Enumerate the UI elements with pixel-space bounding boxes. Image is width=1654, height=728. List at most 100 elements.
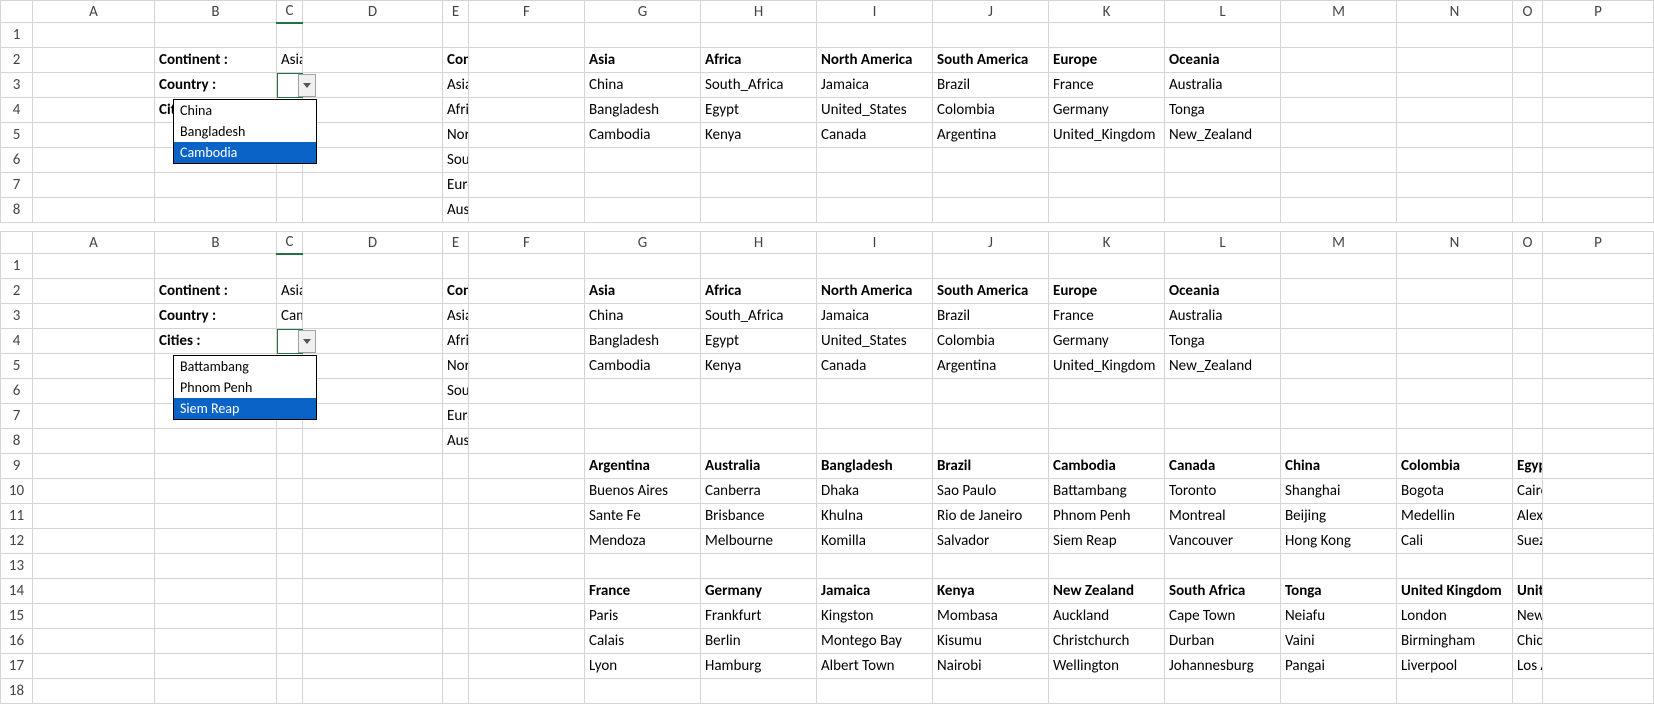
cell[interactable] [33, 679, 155, 704]
cell[interactable] [303, 379, 443, 404]
cell[interactable] [1543, 254, 1654, 279]
cell-country-value[interactable]: Cambodia [277, 304, 303, 329]
cell[interactable]: Berlin [701, 629, 817, 654]
col-header[interactable]: G [585, 1, 701, 23]
cell[interactable]: Rio de Janeiro [933, 504, 1049, 529]
cell[interactable] [1397, 379, 1513, 404]
cell[interactable] [303, 354, 443, 379]
cell[interactable]: Vaini [1281, 629, 1397, 654]
cell[interactable] [1513, 173, 1543, 198]
row-header[interactable]: 7 [1, 173, 33, 198]
cell[interactable] [1165, 404, 1281, 429]
cell[interactable]: Egypt [701, 98, 817, 123]
cell[interactable] [33, 654, 155, 679]
cell[interactable] [33, 254, 155, 279]
cell[interactable] [933, 254, 1049, 279]
col-header[interactable]: L [1165, 1, 1281, 23]
cell[interactable]: Nairobi [933, 654, 1049, 679]
cell[interactable] [1513, 98, 1543, 123]
cell[interactable]: Argentina [585, 454, 701, 479]
cell[interactable]: Canberra [701, 479, 817, 504]
cell[interactable] [1281, 198, 1397, 223]
row-header[interactable]: 3 [1, 73, 33, 98]
cell[interactable] [1397, 73, 1513, 98]
data-validation-dropdown-button[interactable] [298, 74, 316, 97]
cell[interactable]: Jamaica [817, 73, 933, 98]
cell[interactable] [303, 254, 443, 279]
cell[interactable]: Europe [443, 404, 469, 429]
cell[interactable]: New York [1513, 604, 1543, 629]
row-header[interactable]: 14 [1, 579, 33, 604]
cell[interactable] [817, 554, 933, 579]
cell[interactable] [1513, 254, 1543, 279]
cell[interactable] [701, 198, 817, 223]
cell[interactable] [443, 654, 469, 679]
cell[interactable] [1543, 679, 1654, 704]
cell[interactable] [33, 529, 155, 554]
cell[interactable] [469, 279, 585, 304]
dropdown-option[interactable]: China [174, 100, 316, 121]
cell[interactable] [469, 654, 585, 679]
cell[interactable]: Cambodia [1049, 454, 1165, 479]
col-header[interactable]: P [1543, 232, 1654, 254]
cell[interactable]: Europe [1049, 279, 1165, 304]
cell[interactable]: Colombia [1397, 454, 1513, 479]
cell[interactable]: Egypt [701, 329, 817, 354]
cell[interactable]: Christchurch [1049, 629, 1165, 654]
cell[interactable]: South America [933, 48, 1049, 73]
cell[interactable] [469, 479, 585, 504]
cell[interactable]: Africa [701, 279, 817, 304]
cell[interactable] [303, 279, 443, 304]
cell[interactable] [585, 173, 701, 198]
cell[interactable] [1397, 329, 1513, 354]
cell[interactable] [1165, 173, 1281, 198]
cell[interactable]: Tonga [1165, 329, 1281, 354]
cell[interactable] [933, 429, 1049, 454]
cell[interactable] [277, 604, 303, 629]
cell[interactable] [155, 173, 277, 198]
cell[interactable]: Oceania [1165, 48, 1281, 73]
cell[interactable] [1281, 679, 1397, 704]
cell[interactable] [33, 379, 155, 404]
cell-continent-value[interactable]: Asia [277, 48, 303, 73]
cell[interactable] [469, 554, 585, 579]
cell[interactable] [33, 454, 155, 479]
cell[interactable]: Paris [585, 604, 701, 629]
cell[interactable] [303, 123, 443, 148]
cell[interactable] [443, 479, 469, 504]
grid-bottom[interactable]: A B C D E F G H I J K L M N O P 1 2 Cont… [0, 231, 1654, 704]
cell[interactable]: Johannesburg [1165, 654, 1281, 679]
cell[interactable] [469, 329, 585, 354]
cell[interactable]: Salvador [933, 529, 1049, 554]
cell[interactable] [155, 554, 277, 579]
cell[interactable] [1397, 429, 1513, 454]
cell[interactable]: North_America [443, 354, 469, 379]
cell[interactable] [1543, 404, 1654, 429]
row-header[interactable]: 10 [1, 479, 33, 504]
cell[interactable] [1543, 279, 1654, 304]
cell[interactable] [1281, 304, 1397, 329]
cell[interactable] [1543, 429, 1654, 454]
cell[interactable] [469, 123, 585, 148]
cell[interactable] [155, 629, 277, 654]
cell[interactable] [443, 579, 469, 604]
cell[interactable] [1165, 148, 1281, 173]
cell[interactable]: Buenos Aires [585, 479, 701, 504]
cell[interactable] [33, 429, 155, 454]
cell[interactable] [1543, 579, 1654, 604]
row-header[interactable]: 7 [1, 404, 33, 429]
cell[interactable]: Australia [701, 454, 817, 479]
cell[interactable] [701, 173, 817, 198]
cell[interactable]: Montreal [1165, 504, 1281, 529]
cell[interactable] [155, 23, 277, 48]
cell[interactable] [155, 654, 277, 679]
cell[interactable] [303, 554, 443, 579]
cell[interactable]: Vancouver [1165, 529, 1281, 554]
cell[interactable] [469, 529, 585, 554]
cell[interactable] [303, 629, 443, 654]
cell[interactable]: Khulna [817, 504, 933, 529]
cell[interactable] [1397, 98, 1513, 123]
cell[interactable] [33, 198, 155, 223]
cell[interactable] [469, 254, 585, 279]
col-header[interactable]: B [155, 1, 277, 23]
